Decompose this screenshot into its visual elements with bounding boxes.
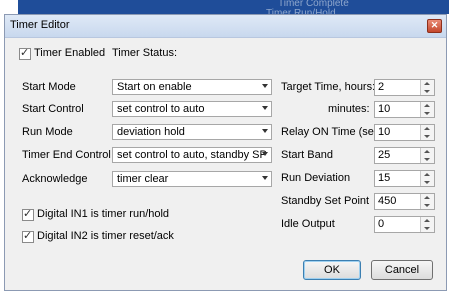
timer-enabled-checkbox[interactable] bbox=[19, 46, 31, 60]
spin-up-icon[interactable] bbox=[424, 127, 430, 130]
acknowledge-select[interactable]: timer clear bbox=[112, 171, 272, 187]
relay-on-time-label: Relay ON Time (sec) bbox=[281, 126, 384, 138]
chevron-down-icon bbox=[262, 176, 268, 180]
start-band-label: Start Band bbox=[281, 149, 333, 161]
run-mode-value: deviation hold bbox=[117, 126, 185, 138]
digital-in2-label: Digital IN2 is timer reset/ack bbox=[37, 230, 174, 242]
cancel-button[interactable]: Cancel bbox=[371, 260, 433, 280]
spin-down-icon[interactable] bbox=[424, 90, 430, 93]
chevron-down-icon bbox=[262, 84, 268, 88]
target-minutes-label: minutes: bbox=[328, 103, 370, 115]
timer-end-control-label: Timer End Control bbox=[22, 149, 111, 161]
run-mode-select[interactable]: deviation hold bbox=[112, 124, 272, 140]
spinner-buttons[interactable] bbox=[420, 217, 434, 232]
idle-output-value: 0 bbox=[378, 218, 385, 230]
relay-on-time-value: 10 bbox=[378, 126, 391, 138]
chevron-down-icon bbox=[262, 106, 268, 110]
standby-set-point-value: 450 bbox=[378, 195, 397, 207]
start-mode-label: Start Mode bbox=[22, 81, 76, 93]
acknowledge-value: timer clear bbox=[117, 173, 169, 185]
start-band-spinner[interactable]: 25 bbox=[374, 147, 435, 164]
target-hours-spinner[interactable]: 2 bbox=[374, 79, 435, 96]
spin-up-icon[interactable] bbox=[424, 196, 430, 199]
background-window: Timer Complete Timer Run/Hold bbox=[18, 0, 449, 19]
run-deviation-label: Run Deviation bbox=[281, 172, 351, 184]
idle-output-spinner[interactable]: 0 bbox=[374, 216, 435, 233]
target-hours-value: 2 bbox=[378, 81, 385, 93]
relay-on-time-spinner[interactable]: 10 bbox=[374, 124, 435, 141]
spin-up-icon[interactable] bbox=[424, 104, 430, 107]
spin-up-icon[interactable] bbox=[424, 173, 430, 176]
spin-down-icon[interactable] bbox=[424, 158, 430, 161]
spin-down-icon[interactable] bbox=[424, 227, 430, 230]
digital-in1-checkbox[interactable] bbox=[22, 207, 34, 221]
start-control-value: set control to auto bbox=[117, 103, 205, 115]
spinner-buttons[interactable] bbox=[420, 194, 434, 209]
close-icon: ✕ bbox=[430, 20, 439, 30]
start-mode-select[interactable]: Start on enable bbox=[112, 79, 272, 95]
target-hours-label: Target Time, hours: bbox=[281, 81, 376, 93]
start-control-select[interactable]: set control to auto bbox=[112, 101, 272, 117]
spinner-buttons[interactable] bbox=[420, 80, 434, 95]
dialog-title: Timer Editor bbox=[10, 19, 70, 31]
standby-set-point-spinner[interactable]: 450 bbox=[374, 193, 435, 210]
timer-status-label: Timer Status: bbox=[112, 47, 177, 59]
spinner-buttons[interactable] bbox=[420, 171, 434, 186]
spinner-buttons[interactable] bbox=[420, 102, 434, 117]
chevron-down-icon bbox=[262, 129, 268, 133]
ok-button[interactable]: OK bbox=[303, 260, 361, 280]
close-button[interactable]: ✕ bbox=[427, 19, 442, 33]
spin-down-icon[interactable] bbox=[424, 181, 430, 184]
spin-up-icon[interactable] bbox=[424, 219, 430, 222]
idle-output-label: Idle Output bbox=[281, 218, 335, 230]
start-band-value: 25 bbox=[378, 149, 391, 161]
timer-editor-dialog: Timer Editor ✕ Timer Enabled Timer Statu… bbox=[4, 14, 447, 291]
spinner-buttons[interactable] bbox=[420, 125, 434, 140]
spin-up-icon[interactable] bbox=[424, 150, 430, 153]
target-minutes-spinner[interactable]: 10 bbox=[374, 101, 435, 118]
run-deviation-value: 15 bbox=[378, 172, 391, 184]
title-bar: Timer Editor ✕ bbox=[5, 15, 446, 38]
standby-set-point-label: Standby Set Point bbox=[281, 195, 370, 207]
timer-end-control-value: set control to auto, standby SP bbox=[117, 149, 267, 161]
target-minutes-value: 10 bbox=[378, 103, 391, 115]
chevron-down-icon bbox=[262, 152, 268, 156]
spin-down-icon[interactable] bbox=[424, 135, 430, 138]
digital-in2-checkbox[interactable] bbox=[22, 229, 34, 243]
spinner-buttons[interactable] bbox=[420, 148, 434, 163]
digital-in1-label: Digital IN1 is timer run/hold bbox=[37, 208, 170, 220]
start-control-label: Start Control bbox=[22, 103, 84, 115]
timer-end-control-select[interactable]: set control to auto, standby SP bbox=[112, 147, 272, 163]
spin-down-icon[interactable] bbox=[424, 204, 430, 207]
acknowledge-label: Acknowledge bbox=[22, 173, 88, 185]
run-deviation-spinner[interactable]: 15 bbox=[374, 170, 435, 187]
timer-enabled-label: Timer Enabled bbox=[34, 47, 106, 59]
start-mode-value: Start on enable bbox=[117, 81, 192, 93]
run-mode-label: Run Mode bbox=[22, 126, 73, 138]
spin-up-icon[interactable] bbox=[424, 82, 430, 85]
spin-down-icon[interactable] bbox=[424, 112, 430, 115]
